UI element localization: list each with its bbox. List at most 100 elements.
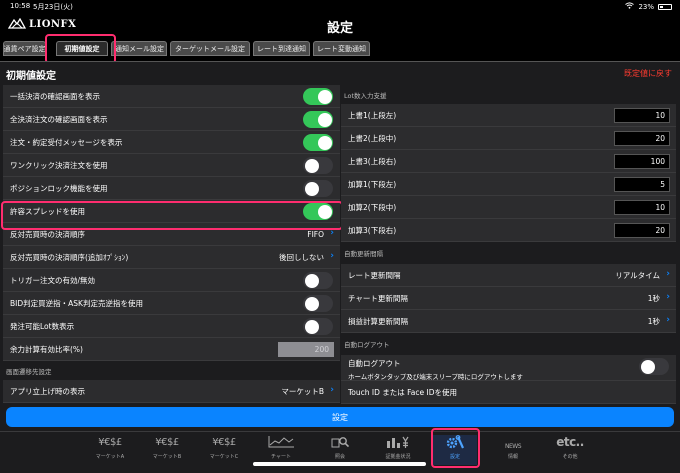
nav-settings[interactable]: 設定: [433, 435, 477, 465]
auto-logout-toggle[interactable]: [639, 358, 669, 375]
chevron-right-icon: ›: [330, 228, 334, 238]
battery-icon: [658, 3, 672, 10]
setting-label: 全決済注文の確認画面を表示: [10, 114, 108, 124]
bulk-confirm-toggle[interactable]: [303, 88, 333, 105]
nav-label: 設定: [449, 454, 460, 460]
nav-inquiry[interactable]: 照会: [318, 435, 362, 465]
setting-label: ポジションロック機能を使用: [10, 183, 108, 193]
update-row-rate[interactable]: レート更新間隔 リアルタイム ›: [341, 264, 676, 287]
right-settings-column: Lot数入力支援 上書1(上段左) 10 上書2(上段中) 20 上書3(上段右…: [341, 85, 676, 405]
logout-row-auto: 自動ログアウト ホームボタンタップ及び端末スリープ時にログアウトします: [341, 355, 676, 381]
group-label-lot-input: Lot数入力支援: [341, 85, 676, 104]
lot-input-overwrite-3[interactable]: 100: [614, 154, 670, 169]
setting-label: 反対売買時の決済順序: [10, 229, 85, 239]
nav-news[interactable]: NEWS 情報: [491, 435, 535, 465]
setting-label: ワンクリック決済注文を使用: [10, 160, 108, 170]
nav-etc[interactable]: etc.. その他: [548, 435, 592, 465]
setting-row-settlement-order-option[interactable]: 反対売買時の決済順序(追加ｵﾌﾟｼｮﾝ) 後回ししない ›: [3, 246, 340, 269]
setting-row-startup-screen[interactable]: アプリ立上げ時の表示 マーケットB ›: [3, 380, 340, 403]
all-close-confirm-toggle[interactable]: [303, 111, 333, 128]
nav-label: 照会: [334, 454, 345, 460]
setting-row-allowable-spread: 許容スプレッドを使用: [3, 200, 340, 223]
nav-label: マーケットB: [152, 454, 182, 460]
margin-ratio-input: 200: [278, 342, 334, 357]
submit-settings-button[interactable]: 設定: [6, 407, 674, 427]
status-time: 10:58: [10, 2, 31, 10]
nav-label: マーケットA: [95, 454, 125, 460]
setting-row-bid-ask-stop: BID判定買逆指・ASK判定売逆指を使用: [3, 292, 340, 315]
tab-target-mail[interactable]: ターゲットメール設定: [170, 41, 250, 56]
page-title: 設定: [326, 21, 353, 36]
setting-label: 余力計算有効比率(%): [10, 344, 83, 354]
update-row-chart[interactable]: チャート更新間隔 1秒 ›: [341, 287, 676, 310]
nav-market-b[interactable]: ¥€$£ マーケットB: [145, 435, 189, 465]
currency-icon: ¥€$£: [212, 437, 236, 448]
lot-row-add-2: 加算2(下段中) 10: [341, 196, 676, 219]
margin-status-icon: [376, 435, 420, 450]
lot-row-overwrite-2: 上書2(上段中) 20: [341, 127, 676, 150]
lot-row-add-3: 加算3(下段右) 20: [341, 219, 676, 242]
setting-label: 加算1(下段左): [348, 179, 397, 189]
status-bar: 10:58 5月23日(火) 23%: [0, 0, 680, 14]
setting-row-lot-display: 発注可能Lot数表示: [3, 315, 340, 338]
setting-label: レート更新間隔: [348, 270, 401, 280]
position-lock-toggle[interactable]: [303, 180, 333, 197]
setting-row-bulk-confirm: 一括決済の確認画面を表示: [3, 85, 340, 108]
tab-rate-change[interactable]: レート変動通知: [313, 41, 370, 56]
search-icon: [318, 435, 362, 450]
setting-value: 1秒: [647, 316, 660, 326]
lot-input-add-3[interactable]: 20: [614, 223, 670, 238]
setting-row-settlement-order[interactable]: 反対売買時の決済順序 FIFO ›: [3, 223, 340, 246]
status-right: 23%: [625, 2, 672, 11]
setting-row-all-close-confirm: 全決済注文の確認画面を表示: [3, 108, 340, 131]
chevron-right-icon: ›: [666, 315, 670, 325]
nav-market-c[interactable]: ¥€$£ マーケットC: [202, 435, 246, 465]
setting-label: 上書1(上段左): [348, 110, 397, 120]
chevron-right-icon: ›: [330, 251, 334, 261]
setting-row-order-message: 注文・約定受付メッセージを表示: [3, 131, 340, 154]
lot-input-overwrite-2[interactable]: 20: [614, 131, 670, 146]
tab-initial-values[interactable]: 初期値設定: [56, 41, 108, 56]
setting-row-position-lock: ポジションロック機能を使用: [3, 177, 340, 200]
tab-rate-reach[interactable]: レート到達通知: [253, 41, 310, 56]
setting-value: マーケットB: [281, 386, 324, 396]
battery-percent: 23%: [638, 2, 654, 11]
bottom-nav: ¥€$£ マーケットA ¥€$£ マーケットB ¥€$£ マーケットC チャート…: [0, 431, 680, 473]
section-header: 初期値設定 既定値に戻す: [0, 61, 680, 85]
tab-currency-pair[interactable]: 通貨ペア設定: [3, 41, 46, 56]
lot-input-add-1[interactable]: 5: [614, 177, 670, 192]
reset-defaults-link[interactable]: 既定値に戻す: [624, 68, 672, 79]
lot-display-toggle[interactable]: [303, 318, 333, 335]
setting-label: 損益計算更新間隔: [348, 316, 408, 326]
nav-chart[interactable]: チャート: [259, 435, 303, 465]
chevron-right-icon: ›: [666, 269, 670, 279]
home-indicator: [253, 462, 426, 466]
lot-input-overwrite-1[interactable]: 10: [614, 108, 670, 123]
one-click-toggle[interactable]: [303, 157, 333, 174]
currency-icon: ¥€$£: [98, 437, 122, 448]
nav-label: 証拠金状況: [385, 454, 411, 460]
setting-label: 反対売買時の決済順序(追加ｵﾌﾟｼｮﾝ): [10, 252, 129, 262]
setting-label: Touch ID または Face IDを使用: [348, 387, 457, 397]
order-message-toggle[interactable]: [303, 134, 333, 151]
setting-value: 1秒: [647, 293, 660, 303]
bid-ask-stop-toggle[interactable]: [303, 295, 333, 312]
left-settings-column: 一括決済の確認画面を表示 全決済注文の確認画面を表示 注文・約定受付メッセージを…: [3, 85, 340, 405]
update-row-pl[interactable]: 損益計算更新間隔 1秒 ›: [341, 310, 676, 333]
trigger-order-toggle[interactable]: [303, 272, 333, 289]
tab-notification-mail[interactable]: 通知メール設定: [111, 41, 167, 56]
setting-label: 自動ログアウト: [348, 359, 401, 368]
settings-tabs: 通貨ペア設定 初期値設定 通知メール設定 ターゲットメール設定 レート到達通知 …: [0, 36, 680, 61]
setting-value: FIFO: [307, 229, 324, 239]
setting-label: 一括決済の確認画面を表示: [10, 91, 100, 101]
group-label-screen-transition: 画面遷移先設定: [3, 361, 340, 380]
nav-label: マーケットC: [209, 454, 239, 460]
nav-label: その他: [562, 454, 578, 460]
lot-input-add-2[interactable]: 10: [614, 200, 670, 215]
setting-label: 許容スプレッドを使用: [10, 206, 85, 216]
nav-margin-status[interactable]: 証拠金状況: [376, 435, 420, 465]
allowable-spread-toggle[interactable]: [303, 203, 333, 220]
nav-market-a[interactable]: ¥€$£ マーケットA: [88, 435, 132, 465]
logout-row-biometric: Touch ID または Face IDを使用: [341, 381, 676, 404]
setting-label: 加算3(下段右): [348, 225, 397, 235]
